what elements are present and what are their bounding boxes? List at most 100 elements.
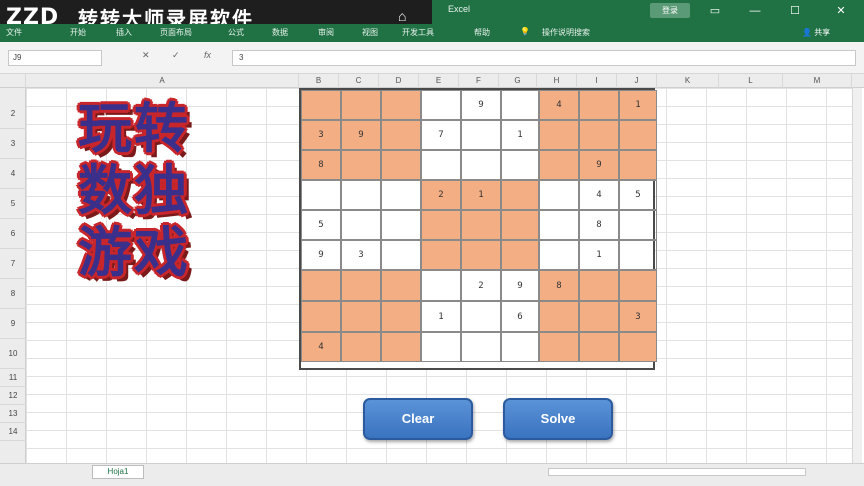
sudoku-cell-r9-c8[interactable] (579, 332, 619, 362)
sudoku-cell-r2-c3[interactable] (381, 120, 421, 150)
sudoku-cell-r1-c2[interactable] (341, 90, 381, 120)
sudoku-cell-r4-c7[interactable] (539, 180, 579, 210)
login-button[interactable]: 登录 (650, 3, 690, 18)
sudoku-cell-r5-c5[interactable] (461, 210, 501, 240)
formula-input[interactable]: 3 (232, 50, 856, 66)
row-header-4[interactable]: 4 (0, 159, 26, 189)
sudoku-cell-r2-c1[interactable]: 3 (301, 120, 341, 150)
column-header-b[interactable]: B (299, 74, 339, 88)
sudoku-cell-r2-c8[interactable] (579, 120, 619, 150)
horizontal-scrollbar[interactable] (548, 468, 806, 476)
sudoku-cell-r7-c3[interactable] (381, 270, 421, 301)
name-box[interactable]: J9 (8, 50, 102, 66)
column-header-j[interactable]: J (617, 74, 657, 88)
select-all-corner[interactable] (0, 74, 26, 88)
sudoku-cell-r4-c9[interactable]: 5 (619, 180, 657, 210)
sudoku-cell-r1-c1[interactable] (301, 90, 341, 120)
tab-insert[interactable]: 插入 (116, 27, 132, 38)
sudoku-cell-r3-c6[interactable] (501, 150, 539, 180)
row-header-2[interactable]: 2 (0, 99, 26, 129)
column-header-c[interactable]: C (339, 74, 379, 88)
sudoku-cell-r9-c2[interactable] (341, 332, 381, 362)
sudoku-cell-r7-c7[interactable]: 8 (539, 270, 579, 301)
sudoku-cell-r6-c9[interactable] (619, 240, 657, 270)
sudoku-cell-r2-c7[interactable] (539, 120, 579, 150)
tab-formulas[interactable]: 公式 (228, 27, 244, 38)
sudoku-cell-r3-c2[interactable] (341, 150, 381, 180)
row-header-7[interactable]: 7 (0, 249, 26, 279)
sudoku-cell-r4-c5[interactable]: 1 (461, 180, 501, 210)
sudoku-cell-r8-c1[interactable] (301, 301, 341, 332)
sudoku-cell-r8-c6[interactable]: 6 (501, 301, 539, 332)
tab-data[interactable]: 数据 (272, 27, 288, 38)
sudoku-cell-r3-c8[interactable]: 9 (579, 150, 619, 180)
vertical-scrollbar[interactable] (852, 88, 862, 463)
sudoku-cell-r5-c3[interactable] (381, 210, 421, 240)
row-header-8[interactable]: 8 (0, 279, 26, 309)
column-header-d[interactable]: D (379, 74, 419, 88)
sudoku-cell-r7-c9[interactable] (619, 270, 657, 301)
sudoku-cell-r3-c5[interactable] (461, 150, 501, 180)
sudoku-cell-r3-c1[interactable]: 8 (301, 150, 341, 180)
ribbon-display-icon[interactable]: ▭ (700, 2, 730, 20)
sudoku-cell-r1-c4[interactable] (421, 90, 461, 120)
row-header-13[interactable]: 13 (0, 405, 26, 423)
row-header-12[interactable]: 12 (0, 387, 26, 405)
column-header-h[interactable]: H (537, 74, 577, 88)
sudoku-cell-r5-c7[interactable] (539, 210, 579, 240)
sudoku-cell-r4-c8[interactable]: 4 (579, 180, 619, 210)
minimize-button[interactable]: — (740, 2, 770, 20)
sudoku-cell-r5-c9[interactable] (619, 210, 657, 240)
sudoku-cell-r7-c6[interactable]: 9 (501, 270, 539, 301)
sudoku-cell-r1-c5[interactable]: 9 (461, 90, 501, 120)
sudoku-cell-r1-c7[interactable]: 4 (539, 90, 579, 120)
close-button[interactable]: ✕ (826, 2, 856, 20)
sudoku-cell-r4-c3[interactable] (381, 180, 421, 210)
sudoku-cell-r4-c4[interactable]: 2 (421, 180, 461, 210)
sudoku-cell-r9-c4[interactable] (421, 332, 461, 362)
sudoku-cell-r1-c9[interactable]: 1 (619, 90, 657, 120)
cancel-icon[interactable]: ✕ (142, 50, 150, 61)
sudoku-cell-r2-c5[interactable] (461, 120, 501, 150)
sudoku-cell-r7-c5[interactable]: 2 (461, 270, 501, 301)
column-header-g[interactable]: G (499, 74, 537, 88)
sudoku-cell-r9-c3[interactable] (381, 332, 421, 362)
column-header-f[interactable]: F (459, 74, 499, 88)
clear-button[interactable]: Clear (363, 398, 473, 440)
sudoku-cell-r7-c4[interactable] (421, 270, 461, 301)
sudoku-cell-r8-c2[interactable] (341, 301, 381, 332)
tab-home[interactable]: 开始 (70, 27, 86, 38)
sudoku-cell-r8-c3[interactable] (381, 301, 421, 332)
column-header-l[interactable]: L (719, 74, 783, 88)
sudoku-cell-r3-c4[interactable] (421, 150, 461, 180)
tab-file[interactable]: 文件 (6, 27, 22, 38)
tab-page-layout[interactable]: 页面布局 (160, 27, 192, 38)
sudoku-cell-r6-c6[interactable] (501, 240, 539, 270)
row-header-11[interactable]: 11 (0, 369, 26, 387)
sudoku-cell-r8-c4[interactable]: 1 (421, 301, 461, 332)
tab-help[interactable]: 帮助 (474, 27, 490, 38)
row-header-3[interactable]: 3 (0, 129, 26, 159)
column-header-k[interactable]: K (657, 74, 719, 88)
sudoku-cell-r6-c5[interactable] (461, 240, 501, 270)
sudoku-cell-r6-c4[interactable] (421, 240, 461, 270)
sudoku-cell-r7-c2[interactable] (341, 270, 381, 301)
sudoku-cell-r6-c7[interactable] (539, 240, 579, 270)
sudoku-cell-r3-c3[interactable] (381, 150, 421, 180)
solve-button[interactable]: Solve (503, 398, 613, 440)
tab-view[interactable]: 视图 (362, 27, 378, 38)
tell-me-search[interactable]: 操作说明搜索 (542, 27, 590, 38)
row-header-10[interactable]: 10 (0, 339, 26, 369)
sudoku-cell-r1-c3[interactable] (381, 90, 421, 120)
sudoku-cell-r1-c8[interactable] (579, 90, 619, 120)
row-header-6[interactable]: 6 (0, 219, 26, 249)
enter-icon[interactable]: ✓ (172, 50, 180, 61)
sudoku-cell-r6-c2[interactable]: 3 (341, 240, 381, 270)
tab-developer[interactable]: 开发工具 (402, 27, 434, 38)
sudoku-cell-r7-c1[interactable] (301, 270, 341, 301)
tab-review[interactable]: 审阅 (318, 27, 334, 38)
sudoku-cell-r4-c1[interactable] (301, 180, 341, 210)
sudoku-cell-r2-c9[interactable] (619, 120, 657, 150)
sudoku-cell-r1-c6[interactable] (501, 90, 539, 120)
sudoku-cell-r5-c8[interactable]: 8 (579, 210, 619, 240)
